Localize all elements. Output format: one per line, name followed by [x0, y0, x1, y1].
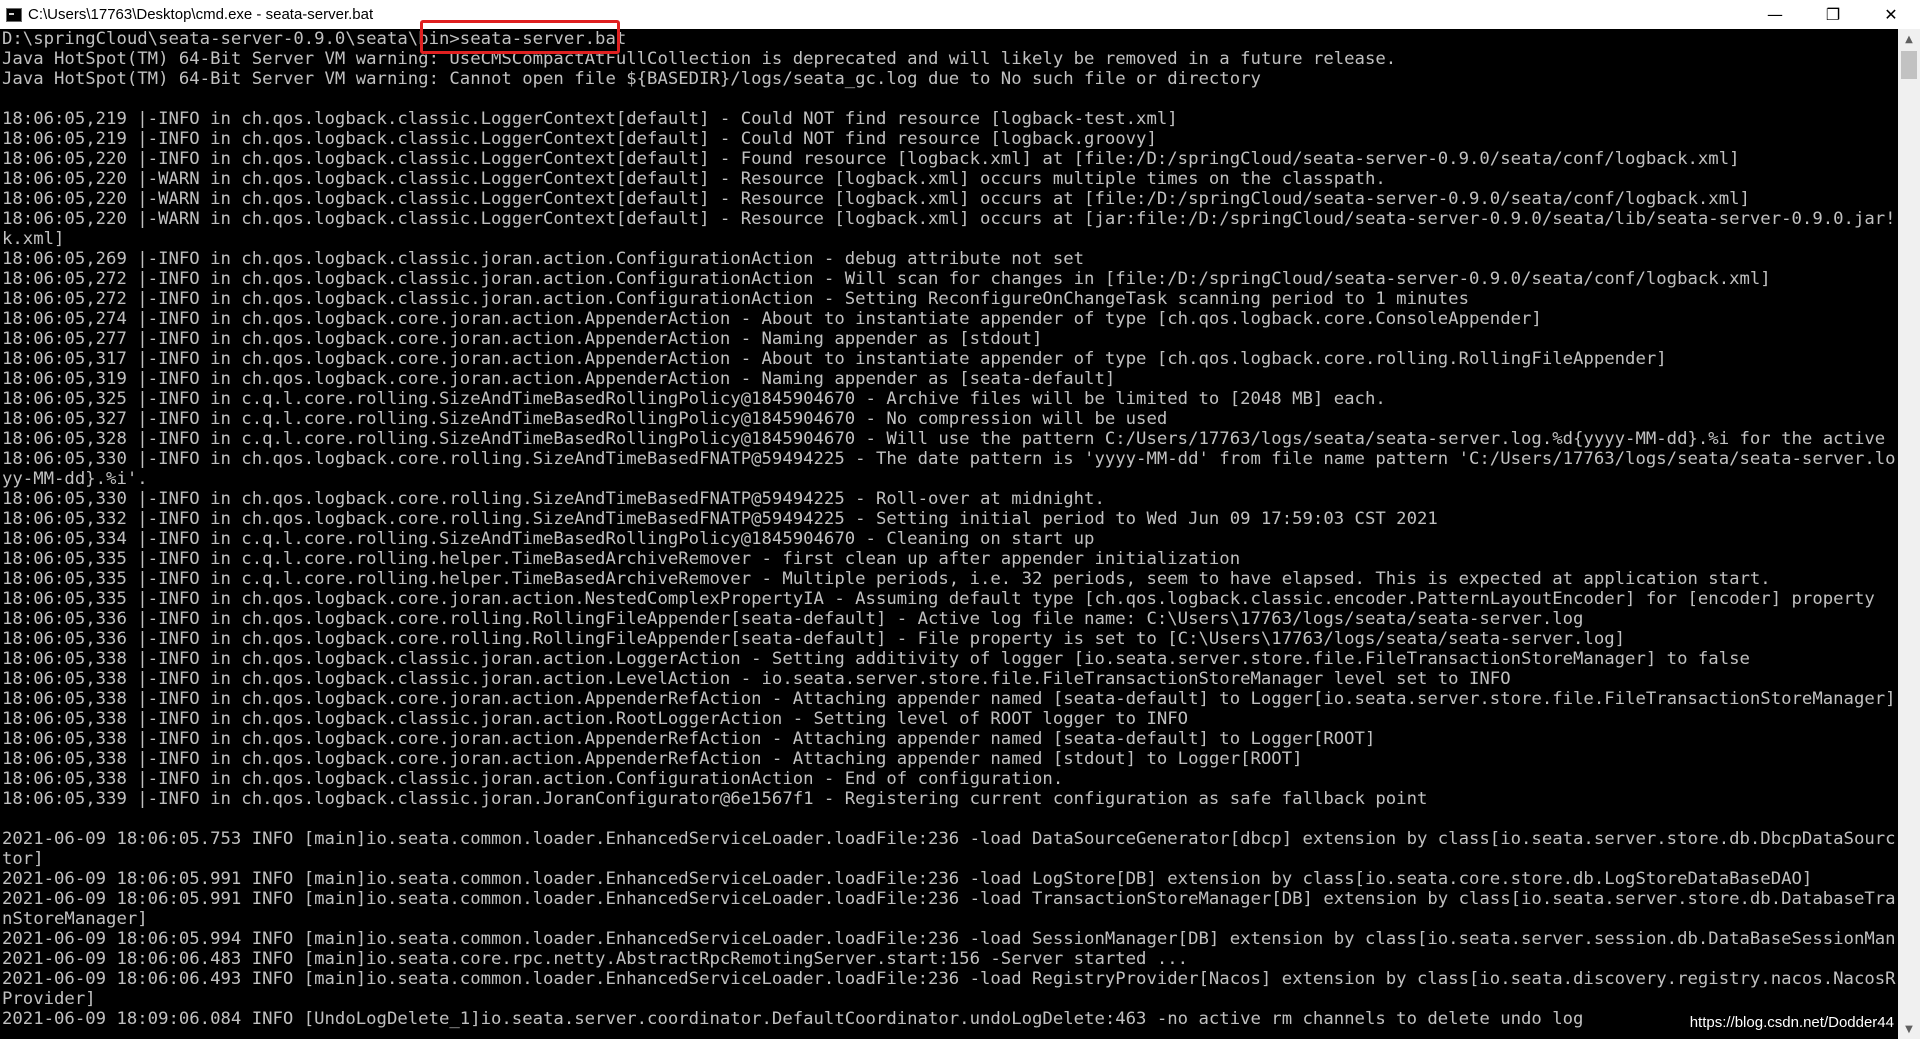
console-line: 18:06:05,338 |-INFO in ch.qos.logback.cl… — [2, 769, 1064, 789]
console-line: 18:06:05,330 |-INFO in ch.qos.logback.co… — [2, 449, 1896, 469]
console-line: Java HotSpot(TM) 64-Bit Server VM warnin… — [2, 49, 1397, 69]
console-line: 18:06:05,338 |-INFO in ch.qos.logback.co… — [2, 729, 1376, 749]
console-line: 18:06:05,339 |-INFO in ch.qos.logback.cl… — [2, 789, 1428, 809]
console-line: 18:06:05,220 |-WARN in ch.qos.logback.cl… — [2, 189, 1750, 209]
vertical-scrollbar[interactable]: ▲ ▼ — [1898, 29, 1920, 1039]
console-line: 2021-06-09 18:06:06.493 INFO [main]io.se… — [2, 969, 1896, 989]
watermark: https://blog.csdn.net/Dodder44 — [1689, 1014, 1894, 1031]
console-line: 18:06:05,328 |-INFO in c.q.l.core.rollin… — [2, 429, 1896, 449]
console-line: 18:06:05,335 |-INFO in c.q.l.core.rollin… — [2, 549, 1241, 569]
console-line: 18:06:05,338 |-INFO in ch.qos.logback.cl… — [2, 669, 1511, 689]
console-line: 18:06:05,274 |-INFO in ch.qos.logback.co… — [2, 309, 1542, 329]
console-line: 2021-06-09 18:09:06.084 INFO [UndoLogDel… — [2, 1009, 1584, 1029]
console-line: 2021-06-09 18:06:05.753 INFO [main]io.se… — [2, 829, 1896, 849]
console-line: 18:06:05,220 |-INFO in ch.qos.logback.cl… — [2, 149, 1740, 169]
window-controls: — ❐ ✕ — [1746, 0, 1920, 29]
console-line: 2021-06-09 18:06:05.994 INFO [main]io.se… — [2, 929, 1896, 949]
console-line: 18:06:05,335 |-INFO in ch.qos.logback.co… — [2, 589, 1875, 609]
console-line: nStoreManager] — [2, 909, 148, 929]
console-line: 18:06:05,272 |-INFO in ch.qos.logback.cl… — [2, 289, 1469, 309]
minimize-button[interactable]: — — [1746, 0, 1804, 29]
maximize-button[interactable]: ❐ — [1804, 0, 1862, 29]
window-title: C:\Users\17763\Desktop\cmd.exe - seata-s… — [28, 6, 374, 23]
console-line: 18:06:05,330 |-INFO in ch.qos.logback.co… — [2, 489, 1105, 509]
console-line: Provider] — [2, 989, 96, 1009]
console-line: 18:06:05,319 |-INFO in ch.qos.logback.co… — [2, 369, 1116, 389]
title-bar[interactable]: C:\Users\17763\Desktop\cmd.exe - seata-s… — [0, 0, 1920, 29]
console-line: 18:06:05,338 |-INFO in ch.qos.logback.co… — [2, 689, 1896, 709]
console-line: 18:06:05,219 |-INFO in ch.qos.logback.cl… — [2, 129, 1157, 149]
scroll-down-arrow-icon[interactable]: ▼ — [1898, 1019, 1920, 1039]
console-line: 18:06:05,338 |-INFO in ch.qos.logback.cl… — [2, 709, 1189, 729]
console-line: 18:06:05,317 |-INFO in ch.qos.logback.co… — [2, 349, 1667, 369]
console-line: Java HotSpot(TM) 64-Bit Server VM warnin… — [2, 69, 1261, 89]
console-line: 18:06:05,332 |-INFO in ch.qos.logback.co… — [2, 509, 1438, 529]
console-line: 18:06:05,272 |-INFO in ch.qos.logback.cl… — [2, 269, 1771, 289]
console-line: 18:06:05,219 |-INFO in ch.qos.logback.cl… — [2, 109, 1178, 129]
console-line: 18:06:05,336 |-INFO in ch.qos.logback.co… — [2, 629, 1626, 649]
close-button[interactable]: ✕ — [1862, 0, 1920, 29]
console-line: 18:06:05,220 |-WARN in ch.qos.logback.cl… — [2, 169, 1386, 189]
console-line: k.xml] — [2, 229, 65, 249]
cmd-app-icon — [6, 7, 22, 22]
console-output[interactable]: D:\springCloud\seata-server-0.9.0\seata\… — [0, 29, 1898, 1039]
console-line: 2021-06-09 18:06:06.483 INFO [main]io.se… — [2, 949, 1189, 969]
console-line: 18:06:05,336 |-INFO in ch.qos.logback.co… — [2, 609, 1584, 629]
console-line: 18:06:05,269 |-INFO in ch.qos.logback.cl… — [2, 249, 1085, 269]
console-line: D:\springCloud\seata-server-0.9.0\seata\… — [2, 29, 627, 49]
console-lines: D:\springCloud\seata-server-0.9.0\seata\… — [0, 29, 1898, 1029]
console-line: 18:06:05,325 |-INFO in c.q.l.core.rollin… — [2, 389, 1386, 409]
console-line: 18:06:05,327 |-INFO in c.q.l.core.rollin… — [2, 409, 1168, 429]
console-line: 2021-06-09 18:06:05.991 INFO [main]io.se… — [2, 889, 1896, 909]
console-line: 18:06:05,338 |-INFO in ch.qos.logback.cl… — [2, 649, 1750, 669]
scroll-up-arrow-icon[interactable]: ▲ — [1898, 29, 1920, 49]
console-line: 18:06:05,277 |-INFO in ch.qos.logback.co… — [2, 329, 1043, 349]
console-line: 18:06:05,338 |-INFO in ch.qos.logback.co… — [2, 749, 1303, 769]
console-line: 18:06:05,334 |-INFO in c.q.l.core.rollin… — [2, 529, 1095, 549]
console-line: 18:06:05,335 |-INFO in c.q.l.core.rollin… — [2, 569, 1771, 589]
scroll-thumb[interactable] — [1901, 51, 1917, 79]
console-line: tor] — [2, 849, 44, 869]
console-line: yy-MM-dd}.%i'. — [2, 469, 148, 489]
console-line: 2021-06-09 18:06:05.991 INFO [main]io.se… — [2, 869, 1813, 889]
console-line: 18:06:05,220 |-WARN in ch.qos.logback.cl… — [2, 209, 1896, 229]
